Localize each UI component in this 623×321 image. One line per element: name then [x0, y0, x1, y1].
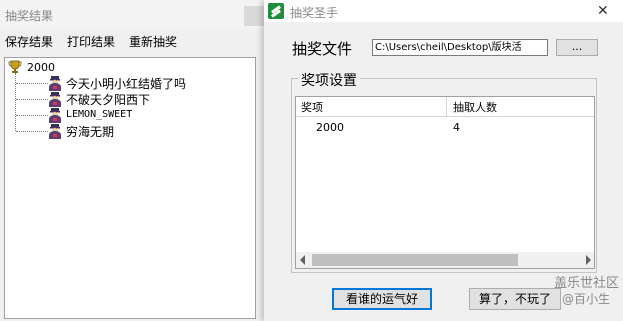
- column-header-count[interactable]: 抽取人数: [453, 99, 497, 115]
- tree-winner[interactable]: LEMON_SWEET: [66, 109, 132, 120]
- app-logo-icon: [268, 3, 284, 19]
- prize-list-header: 奖项 抽取人数: [296, 97, 594, 117]
- results-window: 抽奖结果 保存结果 打印结果 重新抽奖 2000 今天小明小红结婚了吗 不破天夕…: [0, 0, 264, 321]
- user-icon: [49, 92, 61, 107]
- scroll-right-icon[interactable]: [586, 255, 591, 265]
- user-icon: [49, 76, 61, 91]
- tree-winner[interactable]: 不破天夕阳西下: [66, 91, 150, 108]
- prize-cell[interactable]: 2000: [316, 121, 344, 134]
- user-icon: [49, 124, 61, 139]
- prize-settings-label: 奖项设置: [298, 70, 360, 90]
- menu-print-results[interactable]: 打印结果: [67, 33, 115, 50]
- menu-save-results[interactable]: 保存结果: [5, 33, 53, 50]
- scroll-thumb[interactable]: [312, 254, 518, 266]
- results-menubar: 保存结果 打印结果 重新抽奖: [0, 30, 264, 52]
- trophy-icon: [8, 60, 22, 73]
- prize-list[interactable]: 奖项 抽取人数 2000 4: [295, 96, 595, 269]
- scroll-left-icon[interactable]: [300, 255, 305, 265]
- file-path-field[interactable]: C:\Users\cheil\Desktop\版块活: [372, 39, 548, 56]
- browse-button[interactable]: ...: [556, 39, 598, 56]
- results-tree[interactable]: 2000 今天小明小红结婚了吗 不破天夕阳西下 LEMON_SWEET 穷海无期: [4, 57, 256, 319]
- tree-winner[interactable]: 今天小明小红结婚了吗: [66, 75, 186, 92]
- tree-winner[interactable]: 穷海无期: [66, 123, 114, 140]
- lottery-window-title: 抽奖圣手: [290, 6, 339, 20]
- column-header-prize[interactable]: 奖项: [301, 99, 323, 115]
- draw-button[interactable]: 看谁的运气好: [332, 288, 432, 310]
- tree-connector: [16, 115, 48, 116]
- lottery-window: 抽奖圣手 ✕ 抽奖文件 C:\Users\cheil\Desktop\版块活 .…: [264, 0, 623, 321]
- user-icon: [49, 108, 61, 123]
- tree-connector: [15, 73, 16, 131]
- watermark-author: @百小生: [562, 292, 611, 306]
- results-titlebar: 抽奖结果: [0, 0, 264, 30]
- tree-connector: [16, 83, 48, 84]
- results-minimize-button[interactable]: [244, 6, 264, 26]
- column-divider[interactable]: [446, 97, 447, 116]
- results-window-title: 抽奖结果: [5, 9, 54, 23]
- close-button[interactable]: ✕: [597, 3, 609, 19]
- horizontal-scrollbar[interactable]: [296, 252, 594, 268]
- count-cell[interactable]: 4: [453, 121, 460, 134]
- file-label: 抽奖文件: [292, 40, 353, 58]
- watermark-community: 盖乐世社区: [554, 276, 620, 291]
- tree-connector: [16, 131, 48, 132]
- lottery-titlebar: 抽奖圣手 ✕: [264, 0, 623, 22]
- cancel-button[interactable]: 算了，不玩了: [469, 288, 561, 310]
- tree-root-prize[interactable]: 2000: [27, 61, 55, 74]
- tree-connector: [16, 99, 48, 100]
- menu-redraw[interactable]: 重新抽奖: [129, 33, 177, 50]
